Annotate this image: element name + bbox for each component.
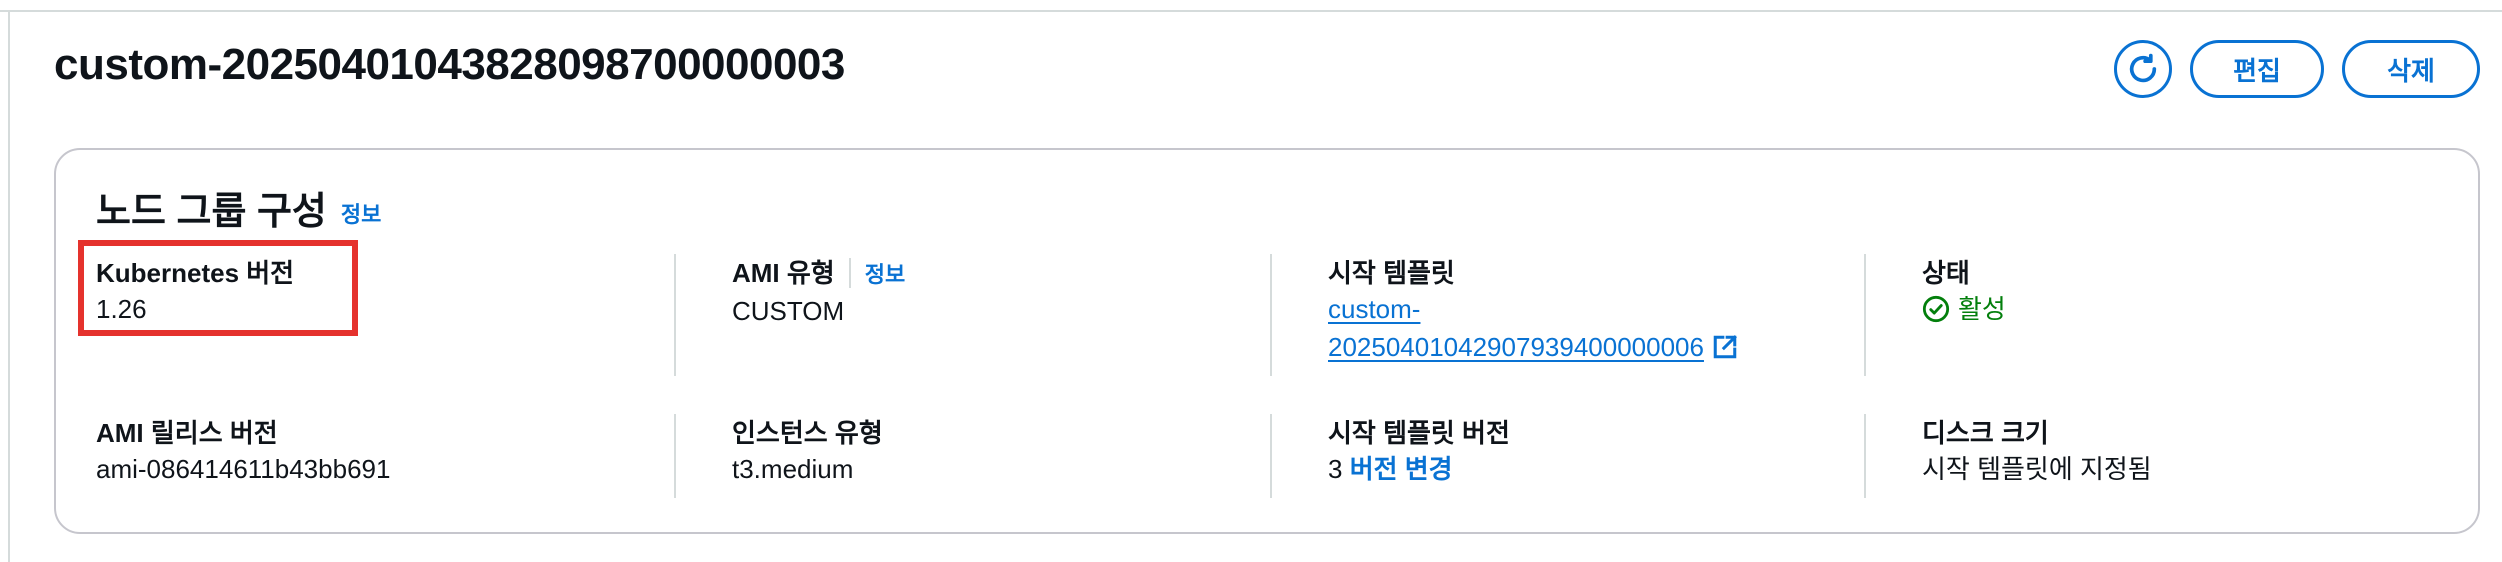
column-divider xyxy=(1864,414,1866,498)
field-label: 상태 xyxy=(1922,258,1970,288)
column-divider xyxy=(674,254,676,376)
column-divider xyxy=(1864,254,1866,376)
field-disk-size: 디스크 크기 시작 템플릿에 지정됨 xyxy=(1922,416,2152,488)
field-instance-type: 인스턴스 유형 t3.medium xyxy=(732,416,883,488)
refresh-button[interactable] xyxy=(2114,40,2172,98)
external-link-icon xyxy=(1713,335,1737,359)
page-title: custom-20250401043828098700000003 xyxy=(54,40,845,89)
field-kubernetes-version: Kubernetes 버전 1.26 xyxy=(96,256,294,328)
left-border xyxy=(8,10,10,562)
field-value: 시작 템플릿에 지정됨 xyxy=(1922,454,2152,484)
ami-type-info-link[interactable]: 정보 xyxy=(865,262,905,287)
status-value: 활성 xyxy=(1958,294,2006,324)
field-value: 1.26 xyxy=(96,294,147,324)
node-group-config-card: 노드 그룹 구성 정보 Kubernetes 버전 1.26 AMI 유형 정보 C… xyxy=(54,148,2480,534)
top-border xyxy=(0,10,2502,12)
field-status: 상태 활성 xyxy=(1922,256,2006,328)
field-value: 3 xyxy=(1328,454,1343,484)
status-indicator: 활성 xyxy=(1922,290,2006,328)
card-title-text: 노드 그룹 구성 xyxy=(96,191,327,233)
refresh-icon xyxy=(2129,53,2157,83)
field-label: 디스크 크기 xyxy=(1922,418,2049,448)
column-divider xyxy=(674,414,676,498)
check-circle-icon xyxy=(1922,295,1950,323)
header-actions: 편집 삭제 xyxy=(2114,40,2480,98)
card-info-link[interactable]: 정보 xyxy=(341,202,381,227)
edit-button[interactable]: 편집 xyxy=(2190,40,2324,98)
field-ami-type: AMI 유형 정보 CUSTOM xyxy=(732,256,905,330)
launch-template-link[interactable]: custom- 20250401042907939400000006 xyxy=(1328,290,1738,366)
card-title: 노드 그룹 구성 정보 xyxy=(96,180,381,235)
field-label: 시작 템플릿 xyxy=(1328,258,1455,288)
launch-template-link-line2[interactable]: 20250401042907939400000006 xyxy=(1328,328,1704,366)
launch-template-link-line1[interactable]: custom- xyxy=(1328,290,1738,328)
field-launch-template-version: 시작 템플릿 버전 3 버전 변경 xyxy=(1328,416,1510,488)
field-value: ami-086414611b43bb691 xyxy=(96,454,391,484)
field-ami-release-version: AMI 릴리스 버전 ami-086414611b43bb691 xyxy=(96,416,390,488)
label-separator xyxy=(848,258,851,288)
field-value: t3.medium xyxy=(732,454,854,484)
field-label: 인스턴스 유형 xyxy=(732,418,883,448)
column-divider xyxy=(1270,254,1272,376)
delete-button[interactable]: 삭제 xyxy=(2342,40,2480,98)
field-label: AMI 릴리스 버전 xyxy=(96,418,278,448)
change-version-link[interactable]: 버전 변경 xyxy=(1350,454,1453,484)
field-launch-template: 시작 템플릿 custom- 2025040104290793940000000… xyxy=(1328,256,1738,366)
field-label: 시작 템플릿 버전 xyxy=(1328,418,1510,448)
field-label: Kubernetes 버전 xyxy=(96,258,295,288)
field-label: AMI 유형 xyxy=(732,258,835,288)
column-divider xyxy=(1270,414,1272,498)
field-value: CUSTOM xyxy=(732,296,845,326)
